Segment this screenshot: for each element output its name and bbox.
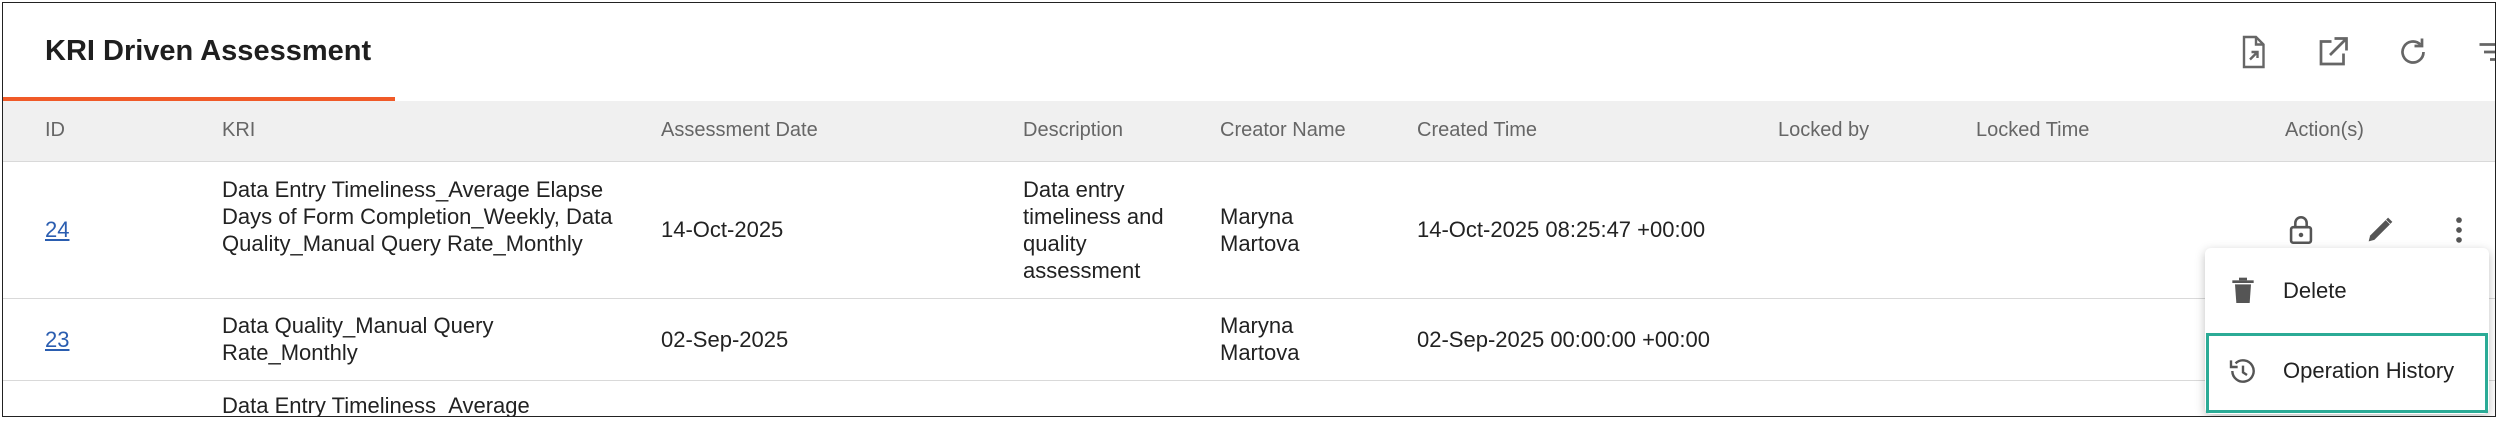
row-created-time: 14-Oct-2025 08:25:47 +00:00	[1417, 217, 1706, 242]
column-header-assessment-date[interactable]: Assessment Date	[661, 119, 818, 142]
kri-assessment-panel: KRI Driven Assessment ID KRI Assessment …	[2, 2, 2496, 417]
table-row: 23 Data Quality_Manual Query Rate_Monthl…	[3, 299, 2495, 381]
row-kri: Data Quality_Manual Query Rate_Monthly	[222, 313, 494, 365]
row-description: Data entry timeliness and quality assess…	[1023, 177, 1164, 283]
more-vert-icon[interactable]	[2439, 210, 2479, 250]
row-assessment-date: 14-Oct-2025	[661, 217, 784, 242]
menu-item-label: Delete	[2283, 278, 2347, 303]
open-external-icon[interactable]	[2311, 30, 2355, 74]
lock-icon[interactable]	[2281, 210, 2321, 250]
column-header-id[interactable]: ID	[45, 119, 65, 142]
menu-item-operation-history[interactable]: Operation History	[2205, 336, 2489, 406]
row-id-link[interactable]: 23	[45, 326, 69, 353]
column-header-creator-name[interactable]: Creator Name	[1220, 119, 1346, 142]
table-row: 24 Data Entry Timeliness_Average Elapse …	[3, 162, 2495, 299]
refresh-icon[interactable]	[2391, 30, 2435, 74]
table-row: Data Entry Timeliness_Average	[3, 381, 2495, 417]
row-kri: Data Entry Timeliness_Average	[222, 393, 530, 417]
column-header-actions: Action(s)	[2285, 119, 2364, 141]
row-kri: Data Entry Timeliness_Average Elapse Day…	[222, 177, 613, 256]
menu-item-label: Operation History	[2283, 358, 2455, 383]
panel-header: KRI Driven Assessment	[3, 3, 2495, 101]
column-header-kri[interactable]: KRI	[222, 119, 255, 142]
table-header: ID KRI Assessment Date Description Creat…	[3, 101, 2495, 162]
column-header-description[interactable]: Description	[1023, 119, 1123, 142]
filter-icon[interactable]	[2471, 30, 2495, 74]
row-creator-name: Maryna Martova	[1220, 204, 1300, 256]
row-creator-name: Maryna Martova	[1220, 313, 1300, 365]
row-assessment-date: 02-Sep-2025	[661, 327, 789, 352]
column-header-locked-by[interactable]: Locked by	[1778, 119, 1869, 142]
row-id-link[interactable]: 24	[45, 216, 69, 243]
delete-icon	[2225, 273, 2261, 309]
row-context-menu: Delete Operation History	[2205, 248, 2489, 414]
menu-item-delete[interactable]: Delete	[2205, 256, 2489, 326]
edit-icon[interactable]	[2360, 210, 2400, 250]
row-created-time: 02-Sep-2025 00:00:00 +00:00	[1417, 327, 1710, 352]
page-title: KRI Driven Assessment	[45, 35, 372, 67]
history-icon	[2225, 353, 2261, 389]
column-header-locked-time[interactable]: Locked Time	[1976, 119, 2089, 142]
column-header-created-time[interactable]: Created Time	[1417, 119, 1537, 142]
export-file-icon[interactable]	[2231, 30, 2275, 74]
